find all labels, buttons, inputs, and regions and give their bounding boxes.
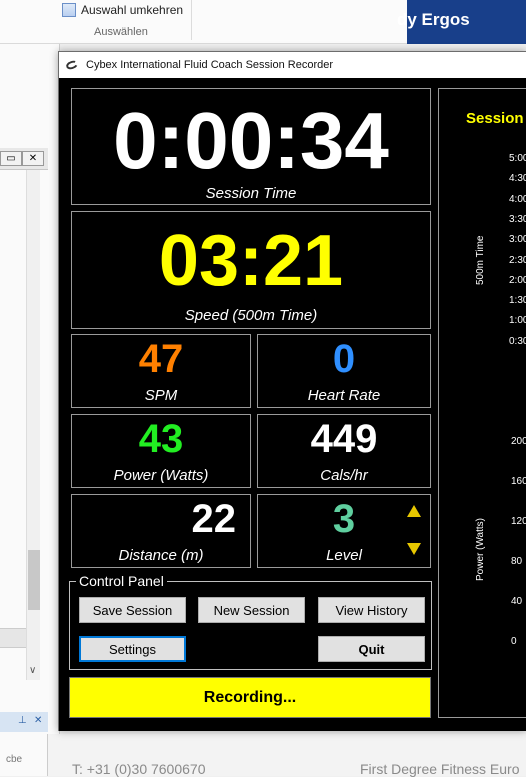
close-icon[interactable]: ✕ [22,151,44,166]
explorer-ribbon: Auswahl umkehren Auswählen [0,0,407,44]
save-session-button[interactable]: Save Session [79,597,186,623]
level-value: 3 [332,497,356,541]
pace-tick-label: 4:00 [509,193,526,205]
speed-value: 03:21 [158,221,344,301]
pace-tick-label: 4:30 [509,173,526,185]
speed-panel: 03:21 Speed (500m Time) [71,211,431,329]
heart-rate-label: Heart Rate [307,387,381,404]
background-window-titlebar: ▭ ✕ [0,148,48,170]
website-header: dy Ergos [397,0,526,44]
heart-rate-panel: 0 Heart Rate [257,334,431,408]
session-time-label: Session Time [205,185,297,202]
close-icon[interactable]: ✕ [34,715,42,726]
session-time-panel: 0:00:34 Session Time [71,88,431,205]
footer-company: First Degree Fitness Euro [360,761,520,777]
recording-status-bar: Recording... [69,677,431,718]
power-tick-label: 160 [511,476,526,487]
power-value: 43 [138,417,184,461]
power-panel: 43 Power (Watts) [71,414,251,488]
level-up-arrow-icon[interactable] [407,505,421,517]
restore-icon[interactable]: ▭ [0,151,22,166]
website-header-text: dy Ergos [397,10,470,29]
session-recorder-window: Cybex International Fluid Coach Session … [58,51,526,731]
invert-selection-icon [62,3,76,17]
calories-label: Cals/hr [320,467,368,484]
invert-selection-label: Auswahl umkehren [81,3,184,17]
power-axis-label: Power (Watts) [475,518,486,581]
spm-panel: 47 SPM [71,334,251,408]
pace-tick-label: 1:30 [509,295,526,307]
level-panel: 3 Level [257,494,431,568]
level-label: Level [326,547,362,564]
power-tick-label: 0 [511,636,517,647]
background-list-row [0,628,26,648]
pace-tick-label: 3:00 [509,234,526,246]
ribbon-group-label: Auswählen [94,26,148,38]
distance-value: 22 [191,497,237,541]
level-down-arrow-icon[interactable] [407,543,421,555]
distance-label: Distance (m) [118,547,204,564]
window-titlebar[interactable]: Cybex International Fluid Coach Session … [59,52,526,78]
distance-panel: 22 Distance (m) [71,494,251,568]
app-icon [64,59,80,71]
ribbon-divider [191,0,192,40]
calories-value: 449 [310,417,378,461]
power-tick-label: 80 [511,556,523,567]
session-time-value: 0:00:34 [113,96,389,185]
background-pane-header: ⊥ ✕ [0,712,48,732]
view-history-button[interactable]: View History [318,597,425,623]
control-panel: Control Panel Save Session New Session V… [69,573,432,670]
session-graph-title: Session [466,110,524,127]
session-graph-panel: Session 500m Time 5:00 4:30 4:00 3:30 3:00 2:… [438,88,526,718]
window-title: Cybex International Fluid Coach Session … [86,59,334,71]
new-session-button[interactable]: New Session [198,597,305,623]
pace-tick-label: 0:30 [509,335,526,347]
pace-tick-label: 1:00 [509,315,526,327]
scrollbar-thumb[interactable] [28,550,40,610]
footer-phone: T: +31 (0)30 7600670 [72,761,206,777]
power-tick-label: 200 [511,436,526,447]
heart-rate-value: 0 [332,337,356,381]
chevron-down-icon[interactable]: ∨ [29,665,36,676]
calories-panel: 449 Cals/hr [257,414,431,488]
background-pane-label: cbe [0,734,48,776]
control-panel-title: Control Panel [76,573,167,589]
pace-tick-label: 5:00 [509,153,526,164]
pin-icon[interactable]: ⊥ [18,715,27,726]
pace-tick-label: 2:00 [509,274,526,286]
power-tick-label: 120 [511,516,526,527]
pace-tick-label: 2:30 [509,254,526,266]
background-scrollbar[interactable]: ∨ [26,170,40,680]
power-label: Power (Watts) [113,467,209,484]
pace-tick-label: 3:30 [509,213,526,225]
speed-label: Speed (500m Time) [184,307,318,324]
settings-button[interactable]: Settings [79,636,186,662]
spm-label: SPM [144,387,178,404]
invert-selection-command[interactable]: Auswahl umkehren [62,3,183,17]
recorder-client-area: 0:00:34 Session Time 03:21 Speed (500m T… [59,78,526,731]
quit-button[interactable]: Quit [318,636,425,662]
pace-axis-label: 500m Time [475,235,486,285]
power-tick-label: 40 [511,596,523,607]
spm-value: 47 [138,337,184,381]
website-footer: cbe T: +31 (0)30 7600670 First Degree Fi… [0,734,526,777]
